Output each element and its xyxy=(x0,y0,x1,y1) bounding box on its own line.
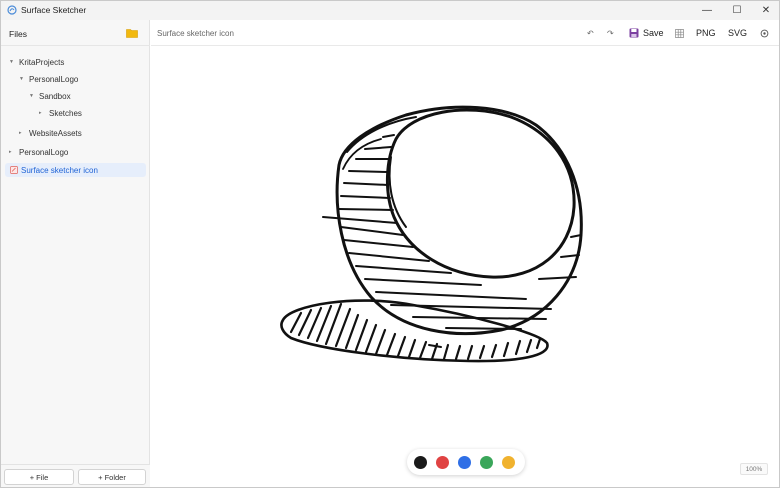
title-bar: Surface Sketcher — ☐ ✕ xyxy=(1,1,779,20)
tree-item-label: WebsiteAssets xyxy=(29,128,82,138)
color-palette xyxy=(407,449,525,475)
export-svg-button[interactable]: SVG xyxy=(728,26,747,40)
tree-item-kritaprojects[interactable]: ▼ KritaProjects xyxy=(9,55,64,69)
caret-right-icon: ▸ xyxy=(19,130,22,136)
sphere-hatching xyxy=(322,134,582,348)
grid-icon xyxy=(675,28,684,38)
save-button[interactable]: Save xyxy=(629,26,664,40)
zoom-level[interactable]: 100% xyxy=(740,463,768,475)
tree-item-personallogo-root[interactable]: ▸ PersonalLogo xyxy=(9,145,68,159)
tree-item-label: Surface sketcher icon xyxy=(21,165,98,175)
color-swatch-yellow[interactable] xyxy=(502,456,515,469)
color-swatch-green[interactable] xyxy=(480,456,493,469)
tree-item-label: Sketches xyxy=(49,108,82,118)
caret-right-icon: ▸ xyxy=(39,110,42,116)
tree-item-personallogo[interactable]: ▼ PersonalLogo xyxy=(19,72,78,86)
export-png-button[interactable]: PNG xyxy=(696,26,716,40)
sketch-file-icon xyxy=(10,166,18,174)
editor-toolbar: Surface sketcher icon ↶ ↷ Save PNG SVG xyxy=(151,20,779,46)
gear-icon xyxy=(760,29,769,37)
sidebar-header: Files xyxy=(1,20,150,46)
caret-down-icon: ▼ xyxy=(9,59,14,65)
sidebar-footer: + File + Folder xyxy=(1,464,150,487)
maximize-button[interactable]: ☐ xyxy=(722,1,752,20)
tree-item-label: PersonalLogo xyxy=(29,74,79,84)
file-sidebar: Files ▼ KritaProjects ▼ PersonalLogo ▼ S… xyxy=(1,20,150,487)
sidebar-title: Files xyxy=(9,29,27,39)
app-logo-icon xyxy=(7,5,17,15)
shadow-hatching xyxy=(289,302,542,361)
tree-item-label: PersonalLogo xyxy=(19,147,69,157)
tree-item-label: Sandbox xyxy=(39,91,71,101)
minimize-button[interactable]: — xyxy=(692,1,722,20)
color-swatch-blue[interactable] xyxy=(458,456,471,469)
tree-item-sandbox[interactable]: ▼ Sandbox xyxy=(29,89,71,103)
grid-toggle-button[interactable] xyxy=(675,26,684,40)
settings-button[interactable] xyxy=(760,26,769,40)
drawing-canvas[interactable] xyxy=(151,47,780,488)
editor-main: Surface sketcher icon ↶ ↷ Save PNG SVG 1… xyxy=(151,20,780,488)
app-window: Surface Sketcher — ☐ ✕ Files ▼ KritaProj… xyxy=(0,0,780,488)
document-title: Surface sketcher icon xyxy=(157,29,234,38)
color-swatch-black[interactable] xyxy=(414,456,427,469)
caret-right-icon: ▸ xyxy=(9,149,12,155)
tree-item-sketches[interactable]: ▸ Sketches xyxy=(39,106,82,120)
undo-button[interactable]: ↶ xyxy=(587,26,594,40)
window-title: Surface Sketcher xyxy=(21,5,87,15)
add-folder-button[interactable]: + Folder xyxy=(78,469,146,485)
redo-button[interactable]: ↷ xyxy=(607,26,614,40)
add-file-button[interactable]: + File xyxy=(4,469,74,485)
tree-item-websiteassets[interactable]: ▸ WebsiteAssets xyxy=(19,126,82,140)
close-button[interactable]: ✕ xyxy=(751,1,779,20)
tree-item-label: KritaProjects xyxy=(19,57,65,67)
save-label: Save xyxy=(643,28,664,38)
caret-down-icon: ▼ xyxy=(19,76,24,82)
floppy-disk-icon xyxy=(629,28,639,38)
caret-down-icon: ▼ xyxy=(29,93,34,99)
tree-item-surface-sketcher-icon[interactable]: Surface sketcher icon xyxy=(5,163,146,177)
color-swatch-red[interactable] xyxy=(436,456,449,469)
folder-icon[interactable] xyxy=(126,28,138,38)
